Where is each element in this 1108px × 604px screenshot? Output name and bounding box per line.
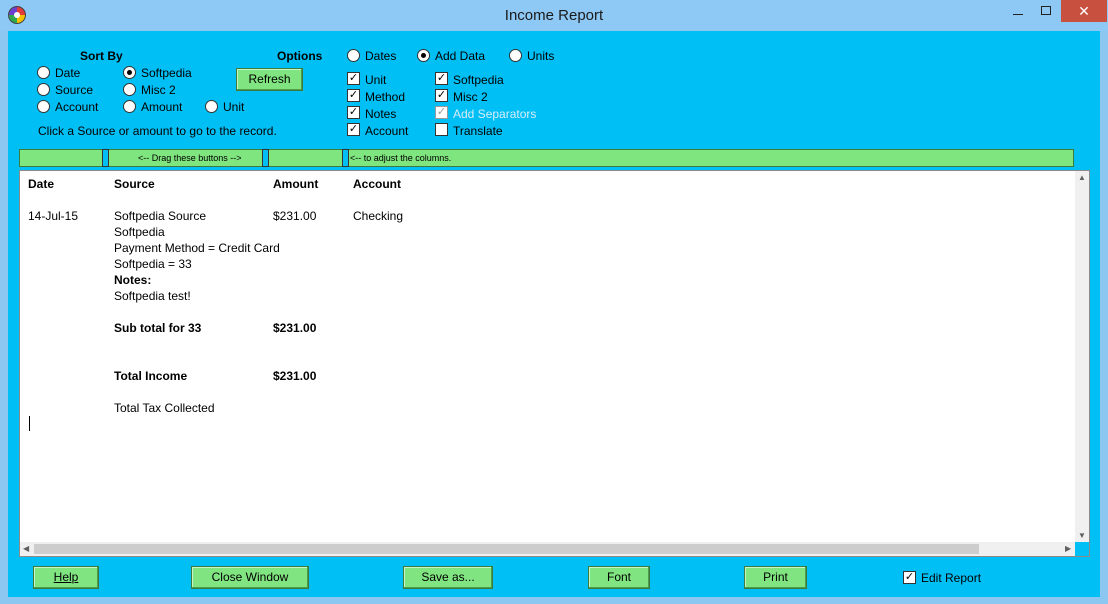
translate-checkbox[interactable] — [435, 123, 448, 136]
option-add-data-label[interactable]: Add Data — [435, 49, 485, 63]
entry-notes-label: Notes: — [114, 273, 152, 287]
sort-hint-text: Click a Source or amount to go to the re… — [38, 124, 277, 138]
help-button[interactable]: Help — [33, 566, 99, 589]
header-account: Account — [353, 177, 401, 191]
scroll-down-icon[interactable]: ▼ — [1078, 531, 1086, 540]
entry-payment-method: Payment Method = Credit Card — [114, 241, 280, 255]
total-tax-label: Total Tax Collected — [114, 401, 215, 415]
print-button[interactable]: Print — [744, 566, 807, 589]
header-date: Date — [28, 177, 55, 191]
sort-account-radio[interactable] — [37, 100, 50, 113]
entry-date: 14-Jul-15 — [28, 209, 79, 223]
entry-source-link[interactable]: Softpedia Source — [114, 209, 206, 223]
options-heading: Options — [277, 49, 323, 63]
header-amount: Amount — [273, 177, 319, 191]
sort-source-label[interactable]: Source — [55, 83, 93, 97]
option-add-data-radio[interactable] — [417, 49, 430, 62]
misc2-check-label[interactable]: Misc 2 — [453, 90, 488, 104]
sort-date-label[interactable]: Date — [55, 66, 80, 80]
subtotal-label: Sub total for 33 — [114, 321, 202, 335]
save-as-button[interactable]: Save as... — [403, 566, 493, 589]
column-handle-3[interactable] — [342, 149, 349, 167]
entry-amount-link[interactable]: $231.00 — [273, 209, 316, 223]
scroll-right-icon[interactable]: ▶ — [1065, 544, 1071, 553]
minimize-icon — [1013, 14, 1023, 15]
method-checkbox[interactable]: ✓ — [347, 89, 360, 102]
entry-source-line: Softpedia — [114, 225, 165, 239]
notes-check-label[interactable]: Notes — [365, 107, 396, 121]
sort-amount-radio[interactable] — [123, 100, 136, 113]
client-area: Sort By Date Softpedia Source Misc 2 Acc… — [8, 31, 1100, 597]
close-window-button[interactable]: Close Window — [191, 566, 309, 589]
sort-unit-label[interactable]: Unit — [223, 100, 244, 114]
sort-by-heading: Sort By — [80, 49, 123, 63]
option-dates-radio[interactable] — [347, 49, 360, 62]
add-separators-checkbox: ✓ — [435, 106, 448, 119]
report-area[interactable]: Date Source Amount Account 14-Jul-15 Sof… — [19, 170, 1090, 557]
unit-check-label[interactable]: Unit — [365, 73, 386, 87]
translate-check-label[interactable]: Translate — [453, 124, 503, 138]
total-income-label: Total Income — [114, 369, 188, 383]
method-check-label[interactable]: Method — [365, 90, 405, 104]
close-button[interactable]: ✕ — [1061, 0, 1107, 22]
subtotal-amount: $231.00 — [273, 321, 317, 335]
sort-softpedia-label[interactable]: Softpedia — [141, 66, 192, 80]
horizontal-scroll-thumb[interactable] — [34, 544, 979, 554]
sort-softpedia-radio[interactable] — [123, 66, 136, 79]
scrollbar-corner — [1075, 542, 1089, 556]
entry-account: Checking — [353, 209, 404, 223]
sort-unit-radio[interactable] — [205, 100, 218, 113]
maximize-button[interactable] — [1032, 0, 1060, 22]
header-source: Source — [114, 177, 155, 191]
column-drag-bar: <-- Drag these buttons --> <-- to adjust… — [19, 149, 1074, 167]
vertical-scrollbar[interactable]: ▲ ▼ — [1075, 171, 1089, 544]
sort-source-radio[interactable] — [37, 83, 50, 96]
sort-misc2-label[interactable]: Misc 2 — [141, 83, 176, 97]
horizontal-scrollbar[interactable]: ◀ ▶ — [20, 542, 1077, 556]
total-income-amount: $231.00 — [273, 369, 317, 383]
softpedia-check-label[interactable]: Softpedia — [453, 73, 504, 87]
option-units-radio[interactable] — [509, 49, 522, 62]
help-button-label: Help — [53, 570, 79, 584]
refresh-button[interactable]: Refresh — [236, 68, 303, 91]
option-dates-label[interactable]: Dates — [365, 49, 396, 63]
sort-amount-label[interactable]: Amount — [141, 100, 182, 114]
drag-hint-text: <-- Drag these buttons --> — [138, 153, 242, 163]
scroll-up-icon[interactable]: ▲ — [1078, 173, 1086, 182]
notes-checkbox[interactable]: ✓ — [347, 106, 360, 119]
edit-report-label[interactable]: Edit Report — [921, 571, 981, 585]
font-button[interactable]: Font — [588, 566, 650, 589]
minimize-button[interactable] — [1004, 0, 1032, 22]
sort-misc2-radio[interactable] — [123, 83, 136, 96]
account-checkbox[interactable]: ✓ — [347, 123, 360, 136]
add-separators-check-label: Add Separators — [453, 107, 537, 121]
softpedia-checkbox[interactable]: ✓ — [435, 72, 448, 85]
column-handle-1[interactable] — [102, 149, 109, 167]
unit-checkbox[interactable]: ✓ — [347, 72, 360, 85]
edit-report-checkbox[interactable]: ✓ — [903, 571, 916, 584]
option-units-label[interactable]: Units — [527, 49, 554, 63]
text-caret — [29, 416, 30, 431]
adjust-hint-text: <-- to adjust the columns. — [350, 153, 452, 163]
misc2-checkbox[interactable]: ✓ — [435, 89, 448, 102]
column-handle-2[interactable] — [262, 149, 269, 167]
title-bar: Income Report ✕ — [0, 0, 1108, 31]
entry-softpedia-value: Softpedia = 33 — [114, 257, 192, 271]
maximize-icon — [1041, 6, 1051, 15]
window-title: Income Report — [504, 7, 604, 24]
sort-account-label[interactable]: Account — [55, 100, 98, 114]
close-icon: ✕ — [1078, 3, 1090, 19]
account-check-label[interactable]: Account — [365, 124, 408, 138]
scroll-left-icon[interactable]: ◀ — [23, 544, 29, 553]
sort-date-radio[interactable] — [37, 66, 50, 79]
entry-notes-text: Softpedia test! — [114, 289, 191, 303]
